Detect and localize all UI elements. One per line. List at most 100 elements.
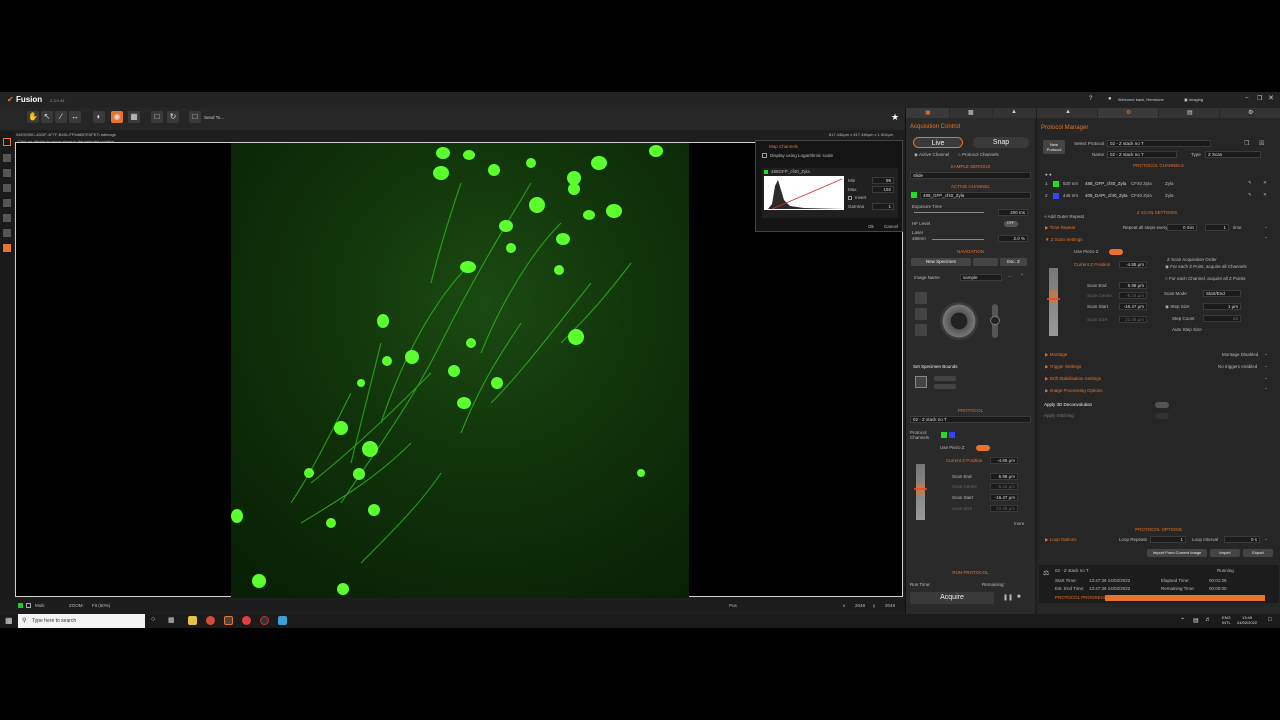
montage-chevron-icon[interactable]: ⌄ (1264, 351, 1268, 357)
name-input[interactable]: 02 - Z stack no T (1107, 151, 1177, 158)
auto-step-label[interactable]: Auto Step Size (1172, 327, 1202, 332)
app-blue-icon[interactable] (278, 616, 287, 625)
channel-edit-icon[interactable]: ✎ (1248, 192, 1252, 198)
view-single-icon[interactable] (3, 154, 11, 162)
notification-icon[interactable]: □ (1268, 617, 1272, 623)
orange-tool-icon[interactable] (3, 244, 11, 252)
pause-icon[interactable]: ❚❚ (1003, 594, 1013, 601)
step-size-input[interactable]: 1 μm (1203, 303, 1241, 310)
collapse-icon[interactable]: ⌃ (1020, 273, 1024, 279)
cancel-button[interactable]: Cancel (884, 224, 898, 229)
z-range-bar[interactable] (914, 464, 927, 520)
line-tool-icon[interactable]: ∕ (55, 111, 67, 123)
new-specimen-button[interactable]: New Specimen (911, 258, 971, 266)
loop-options-row[interactable]: ▶ Loop Options (1045, 537, 1077, 543)
nav-tool-icon-3[interactable] (915, 324, 927, 336)
more-link[interactable]: more (1014, 521, 1024, 526)
ok-button[interactable]: Ok (868, 224, 874, 229)
live-button[interactable]: Live (913, 137, 963, 148)
volume-icon[interactable]: ♬ (1205, 617, 1211, 623)
prot-use-piezo-toggle[interactable] (1109, 249, 1123, 255)
image-name-input[interactable]: sample (960, 274, 1002, 281)
gamma-input[interactable]: 1 (872, 203, 894, 210)
imgproc-collapse-icon[interactable]: ⌃ (1264, 387, 1268, 393)
step-size-radio[interactable]: ◉ Step Size (1165, 304, 1189, 310)
user-icon[interactable]: ● (1108, 96, 1112, 102)
delete-icon[interactable]: ☒ (1259, 140, 1264, 147)
clock[interactable]: 13:49 24/02/2022 (1237, 615, 1257, 625)
prot-scan-centre-input[interactable]: -5.24 μm (1119, 292, 1147, 299)
acq-tab-camera[interactable]: ▣ (906, 108, 949, 118)
scan-start-input[interactable]: -16.47 μm (990, 494, 1018, 501)
language-indicator[interactable]: ENG INTL (1222, 615, 1231, 625)
z-joystick-knob[interactable] (990, 316, 1000, 325)
chrome-icon[interactable] (206, 616, 215, 625)
repeat-count-input[interactable]: 1 (1205, 224, 1229, 231)
loop-interval-input[interactable]: 0 s (1224, 536, 1260, 543)
microscopy-image[interactable] (231, 143, 689, 598)
file-explorer-icon[interactable] (188, 616, 197, 625)
mode-selector[interactable]: ▣ Imaging (1184, 97, 1203, 102)
prot-scan-end-input[interactable]: 5.98 μm (1119, 282, 1147, 289)
slide-select[interactable]: Slide (910, 172, 1031, 179)
bounds-tool-icon[interactable] (915, 376, 927, 388)
channel-edit-icon[interactable]: ✎ (1248, 180, 1252, 186)
add-channel-icon[interactable]: ● ● (1045, 172, 1052, 177)
bounds-button-2[interactable] (934, 384, 956, 389)
log-scale-checkbox[interactable] (762, 153, 767, 158)
refresh-icon[interactable]: ↻ (167, 111, 179, 123)
zoom-select[interactable]: Fit (60%) (92, 603, 110, 608)
multi-checkbox[interactable] (18, 603, 23, 608)
invert-checkbox[interactable] (848, 196, 852, 200)
fusion-taskbar-icon[interactable] (224, 616, 233, 625)
favorite-icon[interactable]: ★ (891, 112, 899, 123)
close-icon[interactable]: ✕ (1268, 94, 1274, 102)
copy-icon[interactable]: ❐ (1244, 140, 1249, 147)
montage-row[interactable]: ▶ Montage (1045, 352, 1067, 358)
layers-icon[interactable] (3, 214, 11, 222)
taskbar-search-box[interactable]: ⚲ Type here to search (18, 614, 145, 628)
order-zpoint-radio[interactable]: ◉ For each Z Point, acquire all Channels (1165, 264, 1247, 270)
green-channel-chip[interactable] (941, 432, 947, 438)
laser-input[interactable]: 2.0 % (998, 235, 1028, 242)
zscan-settings-toggle[interactable]: ▼ Z Scan Settings (1045, 237, 1083, 242)
app-red-icon[interactable] (242, 616, 251, 625)
active-channel-radio[interactable]: ◉ Active Channel (914, 152, 949, 158)
prot-scan-start-input[interactable]: -16.47 μm (1119, 303, 1147, 310)
new-protocol-button[interactable]: New Protocol (1043, 140, 1065, 154)
repeat-interval-input[interactable]: 0 min (1167, 224, 1197, 231)
channel-remove-icon[interactable]: ✕ (1263, 180, 1267, 186)
windows-start-icon[interactable]: ▦ (5, 616, 13, 625)
zscan-collapse-icon[interactable]: ⌃ (1264, 236, 1268, 242)
prot-tab-3[interactable]: ▤ (1159, 108, 1219, 118)
view-tiles-icon[interactable] (3, 184, 11, 192)
drift-chevron-icon[interactable]: ⌄ (1264, 375, 1268, 381)
export-button[interactable]: Export (1243, 549, 1273, 557)
history-icon[interactable] (3, 229, 11, 237)
z-joystick[interactable] (990, 304, 1000, 338)
bounds-button-1[interactable] (934, 376, 956, 381)
step-count-input[interactable]: 23 (1203, 315, 1241, 322)
loop-chevron-icon[interactable]: ⌄ (1264, 536, 1268, 542)
cortana-icon[interactable]: ○ (151, 616, 155, 623)
min-input[interactable]: 99 (872, 177, 894, 184)
acq-tab-folder[interactable]: ▩ (950, 108, 992, 118)
loop-repeats-input[interactable]: 1 (1150, 536, 1186, 543)
restore-icon[interactable]: ❐ (1257, 95, 1262, 102)
protocol-channel-row[interactable]: 1 520 nm 488_GFP_cf40_Zyla CF40 Zyla Zyla ✎ ✕ (1041, 180, 1277, 190)
acquire-button[interactable]: Acquire (910, 592, 994, 604)
task-view-icon[interactable]: ▦ (168, 616, 175, 624)
panel-icon[interactable] (3, 138, 11, 146)
prot-tab-1[interactable]: ▲ (1037, 108, 1097, 118)
xy-joystick[interactable] (940, 302, 978, 340)
channel-remove-icon[interactable]: ✕ (1263, 192, 1267, 198)
time-repeat-label[interactable]: ▶ Time Repeat (1045, 225, 1075, 231)
trigger-chevron-icon[interactable]: ⌄ (1264, 363, 1268, 369)
crop-icon[interactable]: □ (189, 111, 201, 123)
type-select[interactable]: Z Scan (1205, 151, 1261, 158)
drift-row[interactable]: ▶ Drift Stabilisation Settings (1045, 376, 1101, 382)
nav-tool-icon-1[interactable] (915, 292, 927, 304)
protocol-channels-radio[interactable]: ○ Protocol Channels (958, 152, 999, 157)
import-button[interactable]: Import (1210, 549, 1240, 557)
add-outer-repeat-button[interactable]: + Add Outer Repeat (1044, 214, 1084, 219)
